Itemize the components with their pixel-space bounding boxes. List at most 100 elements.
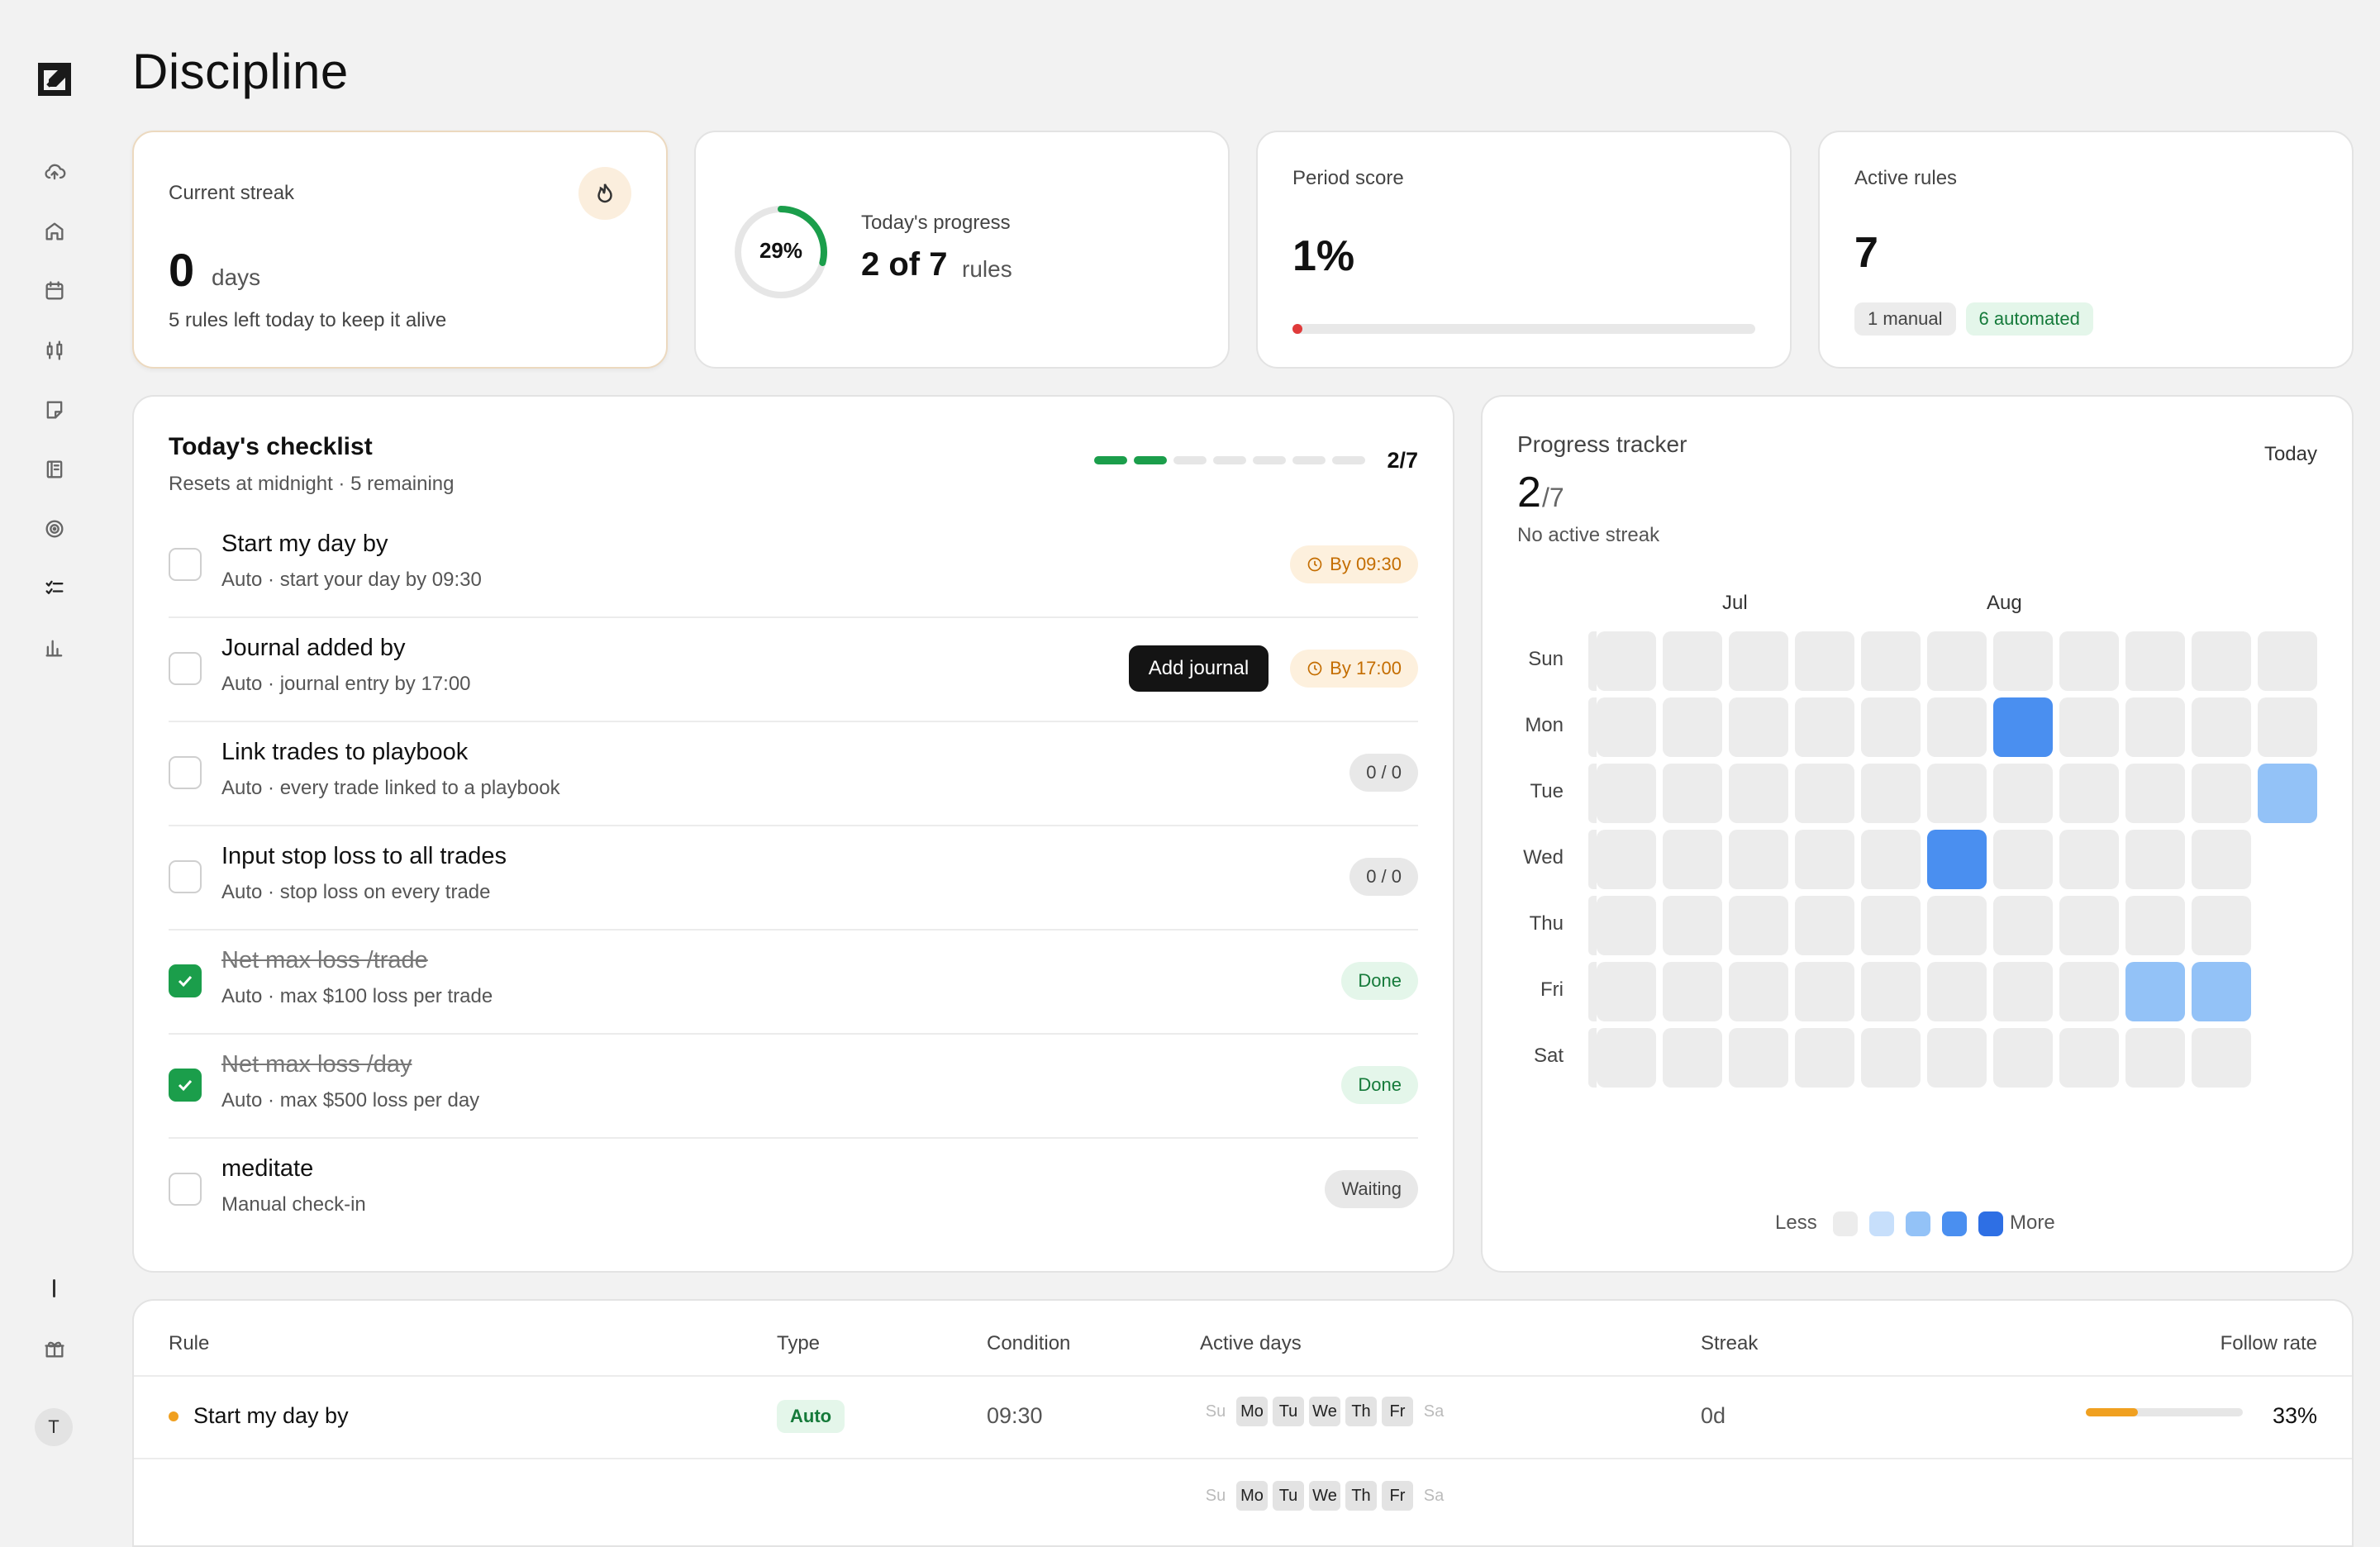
heatmap-cell[interactable] (1729, 962, 1788, 1021)
heatmap-cell[interactable] (1795, 962, 1854, 1021)
heatmap-cell[interactable] (2125, 896, 2185, 955)
col-follow-rate[interactable]: Follow rate (2221, 1332, 2317, 1355)
heatmap-cell[interactable] (2125, 697, 2185, 757)
col-active-days[interactable]: Active days (1200, 1332, 1302, 1355)
col-type[interactable]: Type (777, 1332, 820, 1355)
heatmap-cell[interactable] (1597, 1028, 1656, 1088)
checkbox[interactable] (169, 548, 202, 581)
heatmap-cell[interactable] (2192, 631, 2251, 691)
heatmap-cell[interactable] (1597, 962, 1656, 1021)
heatmap-cell[interactable] (1993, 764, 2053, 823)
candlestick-icon[interactable] (38, 334, 71, 367)
checklist-item[interactable]: Input stop loss to all trades Auto · stop… (169, 825, 1418, 931)
heatmap-cell[interactable] (2059, 1028, 2119, 1088)
heatmap-cell[interactable] (1861, 830, 1921, 889)
note-icon[interactable] (38, 393, 71, 426)
heatmap-cell[interactable] (1663, 631, 1722, 691)
calendar-icon[interactable] (38, 274, 71, 307)
heatmap-cell[interactable] (1663, 830, 1722, 889)
heatmap-cell[interactable] (1663, 1028, 1722, 1088)
heatmap-cell[interactable] (1729, 764, 1788, 823)
heatmap-cell[interactable] (1861, 1028, 1921, 1088)
heatmap-cell[interactable] (2059, 697, 2119, 757)
heatmap-cell[interactable] (1729, 697, 1788, 757)
checklist-item[interactable]: Link trades to playbook Auto · every trad… (169, 721, 1418, 826)
cloud-upload-icon[interactable] (38, 155, 71, 188)
heatmap-cell[interactable] (1729, 631, 1788, 691)
book-icon[interactable] (38, 453, 71, 486)
heatmap-cell[interactable] (2125, 962, 2185, 1021)
heatmap-cell[interactable] (1663, 764, 1722, 823)
heatmap-cell[interactable] (2258, 697, 2317, 757)
home-icon[interactable] (38, 215, 71, 248)
heatmap-cell[interactable] (1861, 896, 1921, 955)
checkbox[interactable] (169, 860, 202, 893)
heatmap-cell[interactable] (1993, 697, 2053, 757)
heatmap-cell[interactable] (2192, 830, 2251, 889)
heatmap-cell[interactable] (1795, 1028, 1854, 1088)
heatmap-cell[interactable] (1861, 631, 1921, 691)
heatmap-cell[interactable] (1861, 764, 1921, 823)
checklist-item[interactable]: Start my day by Auto · start your day by … (169, 512, 1418, 618)
col-condition[interactable]: Condition (987, 1332, 1070, 1355)
heatmap-cell[interactable] (1795, 631, 1854, 691)
heatmap-cell[interactable] (1597, 830, 1656, 889)
checkbox-checked[interactable] (169, 964, 202, 997)
checklist-item[interactable]: Net max loss /trade Auto · max $100 loss … (169, 929, 1418, 1035)
heatmap-cell[interactable] (1927, 697, 1987, 757)
checklist-item[interactable]: Journal added by Auto · journal entry by … (169, 616, 1418, 722)
heatmap-cell[interactable] (2125, 1028, 2185, 1088)
heatmap-cell[interactable] (1927, 764, 1987, 823)
heatmap-cell[interactable] (1729, 830, 1788, 889)
heatmap-cell[interactable] (2059, 764, 2119, 823)
checkbox[interactable] (169, 756, 202, 789)
avatar[interactable]: T (35, 1408, 73, 1446)
heatmap-cell[interactable] (2059, 962, 2119, 1021)
heatmap-cell[interactable] (2192, 697, 2251, 757)
heatmap-cell[interactable] (1663, 697, 1722, 757)
col-rule[interactable]: Rule (169, 1332, 209, 1355)
checklist-icon[interactable] (38, 572, 71, 605)
heatmap-cell[interactable] (1927, 896, 1987, 955)
heatmap-cell[interactable] (1993, 1028, 2053, 1088)
heatmap-cell[interactable] (2192, 962, 2251, 1021)
heatmap-cell[interactable] (1993, 631, 2053, 691)
heatmap-cell[interactable] (1663, 962, 1722, 1021)
heatmap-cell[interactable] (1927, 830, 1987, 889)
heatmap-cell[interactable] (1861, 697, 1921, 757)
heatmap-cell[interactable] (1597, 896, 1656, 955)
heatmap-cell[interactable] (2059, 830, 2119, 889)
app-logo[interactable] (36, 61, 73, 98)
heatmap-cell[interactable] (1795, 830, 1854, 889)
heatmap-cell[interactable] (1729, 1028, 1788, 1088)
heatmap-cell[interactable] (1597, 764, 1656, 823)
heatmap-cell[interactable] (1993, 896, 2053, 955)
heatmap-cell[interactable] (1993, 830, 2053, 889)
heatmap-cell[interactable] (1795, 697, 1854, 757)
heatmap-cell[interactable] (2125, 830, 2185, 889)
bar-chart-icon[interactable] (38, 631, 71, 664)
heatmap-cell[interactable] (2258, 764, 2317, 823)
heatmap-cell[interactable] (2192, 764, 2251, 823)
heatmap-cell[interactable] (1993, 962, 2053, 1021)
checkbox[interactable] (169, 652, 202, 685)
heatmap-cell[interactable] (1729, 896, 1788, 955)
heatmap-cell[interactable] (2125, 631, 2185, 691)
heatmap-cell[interactable] (2192, 1028, 2251, 1088)
heatmap-cell[interactable] (1597, 631, 1656, 691)
heatmap-cell[interactable] (1927, 962, 1987, 1021)
heatmap-cell[interactable] (1795, 896, 1854, 955)
checklist-item[interactable]: meditate Manual check-in Waiting (169, 1137, 1418, 1241)
heatmap-cell[interactable] (1795, 764, 1854, 823)
heatmap-cell[interactable] (1927, 631, 1987, 691)
target-icon[interactable] (38, 512, 71, 545)
heatmap-cell[interactable] (1663, 896, 1722, 955)
heatmap-cell[interactable] (1861, 962, 1921, 1021)
heatmap-cell[interactable] (1927, 1028, 1987, 1088)
heatmap-cell[interactable] (2125, 764, 2185, 823)
col-streak[interactable]: Streak (1701, 1332, 1758, 1355)
heatmap-cell[interactable] (2192, 896, 2251, 955)
checkbox[interactable] (169, 1173, 202, 1206)
heatmap-cell[interactable] (2059, 896, 2119, 955)
add-journal-button[interactable]: Add journal (1128, 645, 1269, 692)
